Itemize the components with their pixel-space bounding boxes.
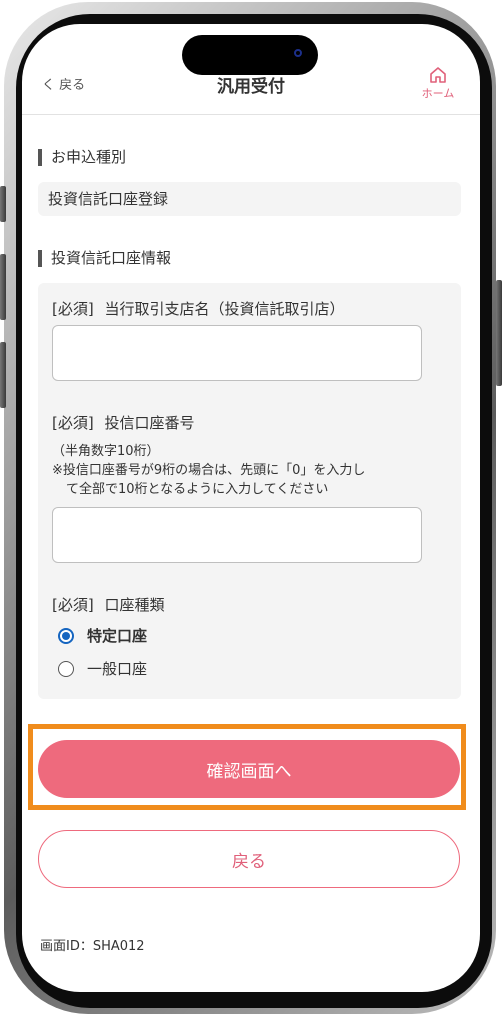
account-number-note-line1: ※投信口座番号が9桁の場合は、先頭に「0」を入力し: [52, 463, 366, 478]
home-icon: [430, 67, 446, 83]
camera-icon: [294, 49, 302, 57]
home-label: ホーム: [421, 87, 455, 100]
account-number-note-format: （半角数字10桁）: [52, 444, 160, 459]
radio-option-label: 特定口座: [87, 627, 148, 645]
phone-action-button: [0, 186, 6, 222]
branch-name-input[interactable]: [52, 325, 422, 381]
required-mark: [必須]: [52, 414, 94, 432]
phone-screen: く 戻る 汎用受付 ホーム お申込種別 投資信託口座登録 投資信託口座情報 [必…: [22, 24, 480, 992]
back-button[interactable]: 戻る: [38, 830, 460, 888]
dynamic-island: [182, 35, 318, 75]
account-number-input[interactable]: [52, 507, 422, 563]
account-number-note-line2: て全部で10桁となるように入力してください: [66, 482, 329, 497]
account-number-label-text: 投信口座番号: [104, 414, 195, 432]
section-title-account-info: 投資信託口座情報: [38, 250, 171, 267]
account-type-field-label: [必須] 口座種類: [52, 594, 165, 615]
phone-volume-down-button: [0, 342, 6, 408]
account-number-field-label: [必須] 投信口座番号: [52, 412, 195, 433]
phone-power-button: [496, 280, 502, 386]
screen-id-label: 画面ID：SHA012: [40, 939, 145, 954]
radio-option-label: 一般口座: [87, 660, 148, 678]
radio-checked-icon: [58, 627, 74, 644]
home-button[interactable]: ホーム: [416, 66, 460, 101]
page-title: 汎用受付: [217, 77, 285, 97]
branch-label-text: 当行取引支店名（投資信託取引店）: [104, 300, 345, 318]
phone-volume-up-button: [0, 254, 6, 320]
section-title-application-type: お申込種別: [38, 149, 126, 166]
required-mark: [必須]: [52, 300, 94, 318]
application-type-value: 投資信託口座登録: [38, 182, 461, 216]
confirm-button[interactable]: 確認画面へ: [38, 740, 460, 798]
account-info-form: [必須] 当行取引支店名（投資信託取引店） [必須] 投信口座番号 （半角数字1…: [38, 283, 461, 699]
branch-field-label: [必須] 当行取引支店名（投資信託取引店）: [52, 298, 345, 319]
required-mark: [必須]: [52, 596, 94, 614]
account-type-label-text: 口座種類: [104, 596, 165, 614]
radio-general-account[interactable]: 一般口座: [58, 658, 147, 679]
radio-unchecked-icon: [58, 660, 74, 677]
radio-specific-account[interactable]: 特定口座: [58, 625, 147, 646]
